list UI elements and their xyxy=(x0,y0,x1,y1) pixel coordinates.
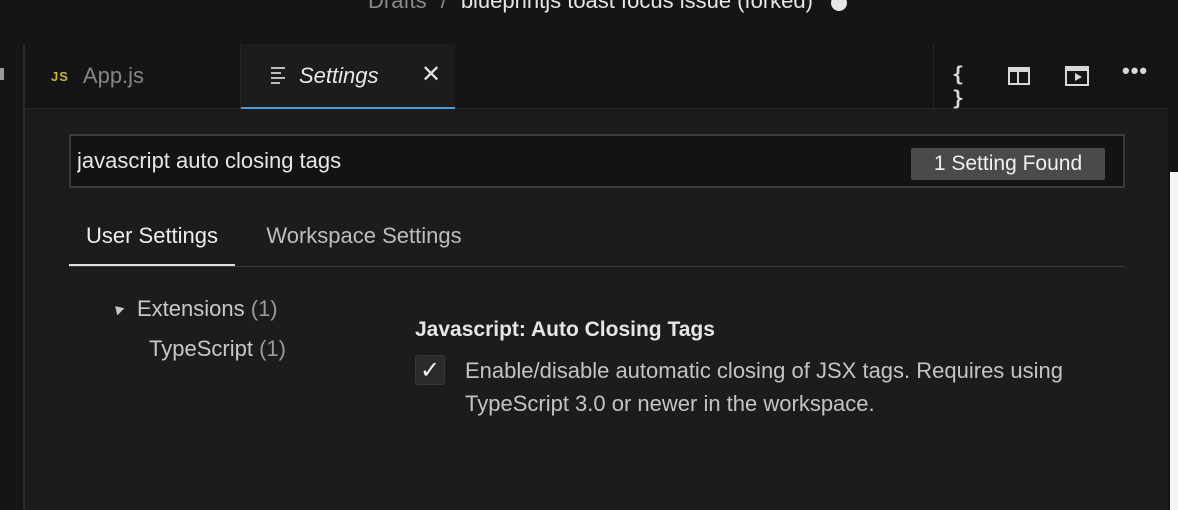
tab-app-js[interactable]: JS App.js xyxy=(25,44,241,108)
breadcrumb: Drafts / blueprintjs toast focus issue (… xyxy=(368,0,847,14)
tree-item-label: Extensions xyxy=(137,296,245,321)
settings-file-icon xyxy=(271,67,285,84)
more-icon[interactable]: ••• xyxy=(1122,58,1147,83)
tree-item-count: (1) xyxy=(250,296,278,321)
javascript-file-icon: JS xyxy=(51,68,69,84)
tab-label: Settings xyxy=(299,62,379,88)
close-icon[interactable]: ✕ xyxy=(421,61,441,89)
tab-label: App.js xyxy=(82,63,145,88)
globe-icon xyxy=(830,0,847,11)
tree-item-count: (1) xyxy=(259,336,286,361)
settings-scope-tabs: User Settings Workspace Settings xyxy=(69,212,1125,267)
setting-name: Auto Closing Tags xyxy=(530,318,715,341)
tab-settings[interactable]: Settings ✕ xyxy=(241,44,455,109)
breadcrumb-separator: / xyxy=(440,0,447,13)
settings-found-badge: 1 Setting Found xyxy=(911,148,1105,180)
tree-item-extensions[interactable]: Extensions (1) xyxy=(109,296,278,322)
braces-icon[interactable]: { } xyxy=(952,62,976,110)
tree-item-label: TypeScript xyxy=(149,336,253,361)
auto-closing-tags-checkbox[interactable]: ✓ xyxy=(415,355,445,385)
editor-actions: { } ••• xyxy=(933,44,1170,110)
panel-handle-icon[interactable] xyxy=(0,68,4,80)
expand-triangle-icon xyxy=(111,302,125,316)
tab-user-settings[interactable]: User Settings xyxy=(69,212,235,266)
breadcrumb-drafts[interactable]: Drafts xyxy=(368,0,427,14)
tab-workspace-settings[interactable]: Workspace Settings xyxy=(249,212,479,264)
settings-search-box: 1 Setting Found xyxy=(69,134,1125,188)
preview-panel-edge xyxy=(1170,172,1178,510)
right-panel-edge xyxy=(1168,44,1178,510)
title-bar: Drafts / blueprintjs toast focus issue (… xyxy=(0,0,1178,44)
editor-area: JS App.js Settings ✕ { } ••• 1 Setting F… xyxy=(24,44,1169,510)
left-panel-edge xyxy=(0,44,24,510)
setting-description: Enable/disable automatic closing of JSX … xyxy=(465,358,1064,416)
settings-search-input[interactable] xyxy=(77,142,877,180)
split-editor-icon[interactable] xyxy=(1008,67,1030,85)
sandbox-title[interactable]: blueprintjs toast focus issue (forked) xyxy=(461,0,813,14)
setting-title: Javascript: Auto Closing Tags xyxy=(415,318,715,342)
editor-tabbar: JS App.js Settings ✕ { } ••• xyxy=(25,44,1170,110)
preview-icon[interactable] xyxy=(1065,66,1089,86)
setting-category: Javascript: xyxy=(415,318,526,341)
tree-item-typescript[interactable]: TypeScript (1) xyxy=(149,336,286,362)
